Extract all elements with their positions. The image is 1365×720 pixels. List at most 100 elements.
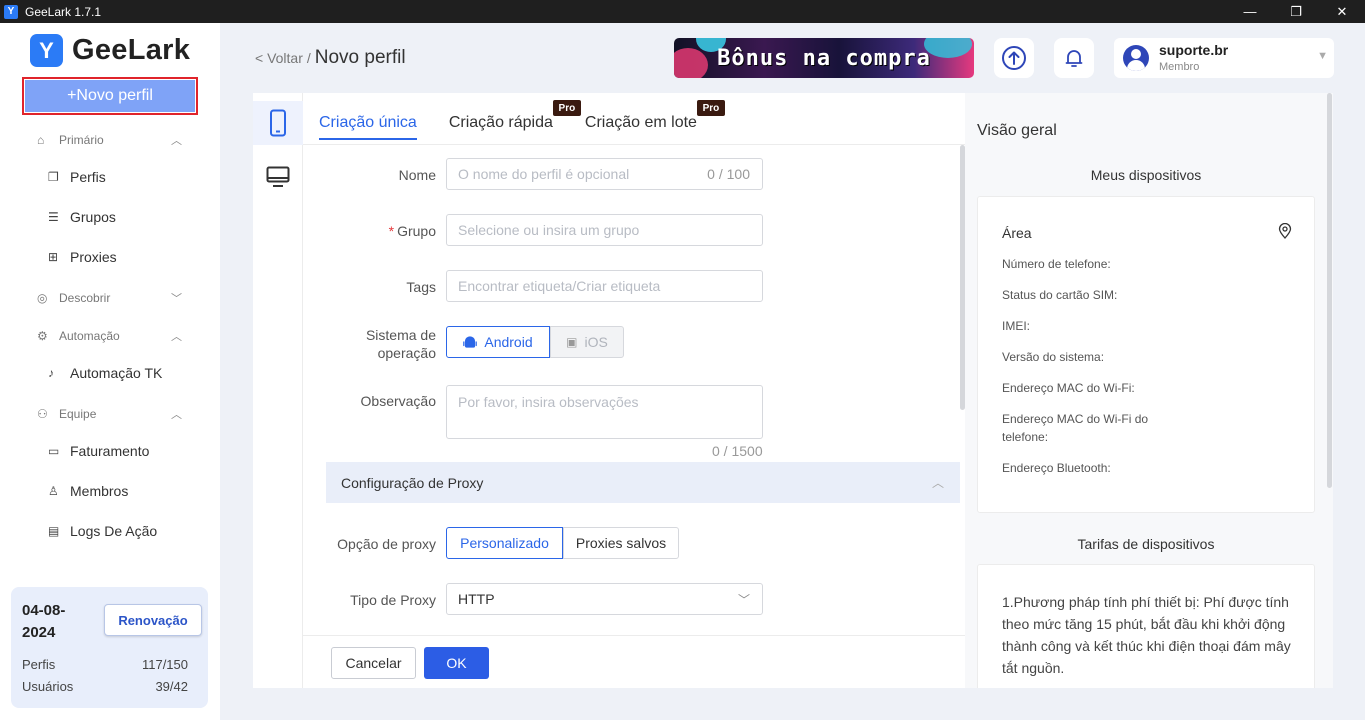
name-char-counter: 0 / 100 (707, 166, 750, 182)
bluetooth-address-field: Endereço Bluetooth: (1002, 461, 1111, 475)
back-link[interactable]: < Voltar (255, 50, 303, 66)
nav-section-team[interactable]: ⚇ Equipe ︿ (37, 406, 182, 422)
sidebar-item-action-logs[interactable]: ▤ Logs De Ação (48, 523, 157, 539)
group-select-input[interactable]: Selecione ou insira um grupo (446, 214, 763, 246)
sidebar-item-proxies[interactable]: ⊞ Proxies (48, 249, 117, 265)
members-icon: ♙ (48, 484, 59, 498)
notes-textarea[interactable]: Por favor, insira observações (446, 385, 763, 439)
minimize-button[interactable]: — (1227, 0, 1273, 23)
promo-banner-text: Bônus na compra (717, 45, 931, 71)
group-label: * Grupo (316, 222, 436, 240)
overview-title: Visão geral (977, 122, 1057, 139)
chevron-up-icon: ︿ (171, 409, 182, 421)
maximize-button[interactable]: ❐ (1273, 0, 1319, 23)
proxy-saved-button[interactable]: Proxies salvos (563, 527, 679, 559)
cancel-button[interactable]: Cancelar (331, 647, 416, 679)
upload-button[interactable] (994, 38, 1034, 78)
sidebar-item-label: Proxies (70, 249, 117, 265)
form-footer: Cancelar OK (303, 635, 965, 688)
device-type-rail (253, 93, 303, 688)
proxy-config-section[interactable]: Configuração de Proxy ︿ (326, 462, 960, 503)
promo-banner[interactable]: Bônus na compra (674, 38, 974, 78)
phone-icon (270, 109, 286, 137)
imei-field: IMEI: (1002, 319, 1031, 333)
log-icon: ▤ (48, 524, 60, 538)
new-profile-label: +Novo perfil (25, 80, 195, 112)
ok-button[interactable]: OK (424, 647, 489, 679)
os-android-button[interactable]: Android (446, 326, 550, 358)
chevron-down-icon: ▼ (1317, 50, 1328, 62)
tags-input[interactable]: Encontrar etiqueta/Criar etiqueta (446, 270, 763, 302)
wifi-mac-field: Endereço MAC do Wi-Fi: (1002, 381, 1135, 395)
nav-section-primary[interactable]: ⌂ Primário ︿ (37, 132, 182, 148)
chevron-up-icon: ︿ (171, 331, 182, 343)
tab-divider (303, 144, 965, 145)
nav-section-discover[interactable]: ◎ Descobrir ﹀ (37, 290, 182, 306)
device-tab-phone[interactable] (253, 101, 303, 145)
sidebar-item-billing[interactable]: ▭ Faturamento (48, 443, 149, 459)
sidebar-item-automation-tk[interactable]: ♪ Automação TK (48, 365, 162, 381)
sidebar-item-label: Automação TK (70, 365, 163, 381)
sidebar-item-label: Faturamento (70, 443, 150, 459)
page-title: Novo perfil (314, 47, 406, 68)
os-android-label: Android (484, 334, 533, 350)
device-rates-text: 1.Phương pháp tính phí thiết bị: Phí đượ… (1002, 594, 1291, 676)
automation-icon: ⚙ (37, 329, 48, 343)
nav-section-label: Primário (59, 133, 104, 147)
device-info-card: Área Número de telefone: Status do cartã… (977, 196, 1315, 513)
chevron-down-icon: ﹀ (737, 592, 750, 607)
pro-badge: Pro (552, 100, 581, 116)
chevron-up-icon: ︿ (931, 476, 944, 490)
device-rates-card: 1.Phương pháp tính phí thiết bị: Phí đượ… (977, 564, 1315, 688)
system-version-field: Versão do sistema: (1002, 350, 1105, 364)
sidebar-item-label: Perfis (70, 169, 106, 185)
os-ios-button[interactable]: ▣ iOS (550, 326, 624, 358)
user-name: suporte.br (1159, 42, 1229, 58)
overview-scrollbar[interactable] (1327, 93, 1332, 488)
sidebar-item-groups[interactable]: ☰ Grupos (48, 209, 116, 225)
new-profile-button[interactable]: +Novo perfil (22, 77, 198, 115)
device-tab-desktop[interactable] (253, 155, 303, 199)
pro-badge: Pro (696, 100, 725, 116)
proxy-custom-button[interactable]: Personalizado (446, 527, 563, 559)
proxy-section-title: Configuração de Proxy (341, 474, 484, 491)
breadcrumb-separator: / (306, 50, 311, 66)
users-usage: Usuários 39/42 (22, 679, 188, 694)
profile-name-placeholder: O nome do perfil é opcional (458, 166, 630, 182)
chevron-down-icon: ﹀ (171, 293, 182, 305)
sidebar-item-label: Logs De Ação (70, 523, 158, 539)
user-menu[interactable]: suporte.br Membro ▼ (1114, 38, 1334, 78)
proxy-type-select[interactable]: HTTP ﹀ (446, 583, 763, 615)
avatar (1123, 45, 1149, 71)
sidebar-item-label: Membros (70, 483, 129, 499)
creation-mode-tabs: Criação única Criação rápida Pro Criação… (319, 100, 729, 140)
tab-batch-creation[interactable]: Criação em lote Pro (584, 100, 725, 132)
network-icon: ⊞ (48, 250, 59, 264)
compass-icon: ◎ (37, 291, 48, 305)
nav-section-label: Automação (59, 329, 120, 343)
nav-section-label: Descobrir (59, 291, 111, 305)
profiles-usage: Perfis 117/150 (22, 657, 188, 672)
team-icon: ⚇ (37, 407, 48, 421)
name-label: Nome (398, 167, 436, 183)
breadcrumb: < Voltar / Novo perfil (255, 47, 406, 69)
nav-section-automation[interactable]: ⚙ Automação ︿ (37, 328, 182, 344)
notifications-button[interactable] (1054, 38, 1094, 78)
renew-button[interactable]: Renovação (104, 604, 202, 636)
chevron-up-icon: ︿ (171, 135, 182, 147)
close-button[interactable]: ✕ (1319, 0, 1365, 23)
app-logo-icon: Y (4, 4, 18, 19)
geelark-logo-icon: Y (30, 34, 63, 67)
tab-label: Criação em lote (584, 114, 697, 131)
plan-expiry-date: 04-08-2024 (22, 602, 66, 641)
location-pin-icon[interactable] (1278, 223, 1292, 239)
tab-quick-creation[interactable]: Criação rápida Pro (449, 100, 581, 132)
profile-name-input[interactable]: O nome do perfil é opcional 0 / 100 (446, 158, 763, 190)
group-placeholder: Selecione ou insira um grupo (458, 222, 640, 238)
sidebar-item-profiles[interactable]: ❐ Perfis (48, 169, 106, 185)
sidebar-item-members[interactable]: ♙ Membros (48, 483, 128, 499)
profiles-usage-value: 117/150 (141, 657, 188, 672)
tab-single-creation[interactable]: Criação única (319, 114, 417, 140)
tags-placeholder: Encontrar etiqueta/Criar etiqueta (458, 278, 661, 294)
user-role: Membro (1159, 61, 1200, 73)
